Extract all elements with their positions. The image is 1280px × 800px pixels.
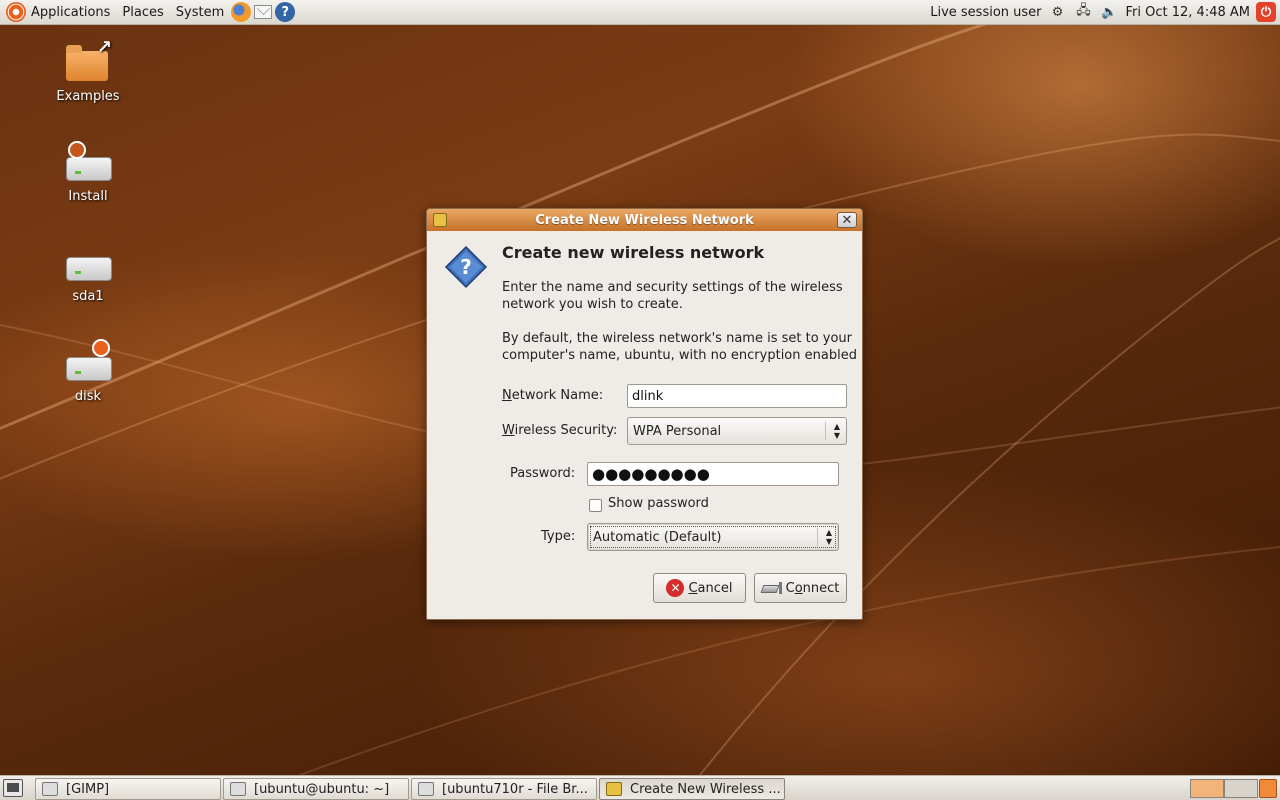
system-menu-label: System bbox=[175, 4, 225, 20]
desktop-icon-sda1[interactable]: sda1 bbox=[38, 237, 138, 304]
help-icon[interactable]: ? bbox=[275, 2, 296, 22]
user-name[interactable]: Live session user bbox=[930, 5, 1041, 20]
show-desktop-button[interactable] bbox=[3, 779, 23, 797]
install-drive-icon bbox=[62, 137, 114, 185]
type-select[interactable]: Automatic (Default) ▲ ▼ bbox=[587, 523, 839, 551]
taskbar-item-label: [ubuntu@ubuntu: ~] bbox=[254, 781, 390, 797]
svg-text:?: ? bbox=[460, 255, 472, 279]
desktop-icon-install[interactable]: Install bbox=[38, 137, 138, 204]
drive-icon bbox=[62, 237, 114, 285]
desktop-icon-examples[interactable]: ↗ Examples bbox=[38, 37, 138, 104]
workspace-2[interactable] bbox=[1224, 779, 1258, 798]
network-name-input[interactable] bbox=[627, 384, 847, 408]
bottom-panel: [GIMP] [ubuntu@ubuntu: ~] [ubuntu710r - … bbox=[0, 775, 1280, 800]
wireless-security-label: Wireless Security: bbox=[502, 423, 618, 438]
dialog-default-note: By default, the wireless network's name … bbox=[502, 331, 857, 363]
dialog-description: Enter the name and security settings of … bbox=[502, 280, 843, 312]
cancel-label: Cancel bbox=[688, 580, 733, 596]
wireless-security-value: WPA Personal bbox=[633, 423, 722, 439]
power-icon[interactable]: ⏻ bbox=[1256, 2, 1276, 22]
combo-arrows-icon: ▲ ▼ bbox=[825, 528, 832, 546]
envelope-icon bbox=[254, 5, 273, 19]
dialog-titlebar[interactable]: Create New Wireless Network ✕ bbox=[427, 209, 862, 231]
clock[interactable]: Fri Oct 12, 4:48 AM bbox=[1126, 5, 1250, 20]
desktop-icon-label: sda1 bbox=[72, 289, 104, 304]
gimp-icon bbox=[42, 782, 58, 796]
dialog-heading: Create new wireless network bbox=[502, 243, 765, 262]
cancel-button[interactable]: ✕ Cancel bbox=[653, 573, 746, 603]
system-menu[interactable]: System bbox=[170, 0, 230, 25]
type-value: Automatic (Default) bbox=[593, 529, 722, 545]
network-name-label: Network Name: bbox=[502, 388, 604, 403]
applications-menu-label: Applications bbox=[31, 4, 111, 20]
lock-icon bbox=[606, 782, 622, 796]
top-panel: Applications Places System ? Live sessio… bbox=[0, 0, 1280, 25]
taskbar-item-terminal[interactable]: [ubuntu@ubuntu: ~] bbox=[223, 778, 409, 800]
dialog-title: Create New Wireless Network bbox=[535, 212, 754, 228]
lock-icon bbox=[433, 213, 447, 227]
close-button[interactable]: ✕ bbox=[837, 212, 857, 228]
firefox-launcher-icon[interactable] bbox=[231, 2, 252, 22]
taskbar-item-label: Create New Wireless ... bbox=[630, 781, 781, 797]
taskbar-item-gimp[interactable]: [GIMP] bbox=[35, 778, 221, 800]
desktop-icon-disk[interactable]: disk bbox=[38, 337, 138, 404]
places-menu[interactable]: Places bbox=[116, 0, 169, 25]
trash-icon[interactable] bbox=[1259, 779, 1277, 798]
taskbar-item-label: [ubuntu710r - File Br... bbox=[442, 781, 588, 797]
file-browser-icon bbox=[418, 782, 434, 796]
applications-menu[interactable]: Applications bbox=[0, 0, 116, 25]
desktop-icon-label: disk bbox=[74, 389, 102, 404]
taskbar-item-file-browser[interactable]: [ubuntu710r - File Br... bbox=[411, 778, 597, 800]
password-label: Password: bbox=[510, 466, 576, 481]
connect-button[interactable]: Connect bbox=[754, 573, 847, 603]
ubuntu-logo-icon bbox=[6, 2, 26, 22]
show-password-checkbox[interactable] bbox=[589, 499, 602, 512]
show-password-label[interactable]: Show password bbox=[608, 496, 709, 511]
taskbar-item-create-wireless[interactable]: Create New Wireless ... bbox=[599, 778, 785, 800]
wireless-security-select[interactable]: WPA Personal ▲ ▼ bbox=[627, 417, 847, 445]
taskbar-item-label: [GIMP] bbox=[66, 781, 110, 797]
type-label: Type: bbox=[541, 529, 576, 544]
question-icon: ? bbox=[444, 245, 488, 289]
desktop-icon-label: Install bbox=[68, 189, 108, 204]
combo-arrows-icon: ▲ ▼ bbox=[833, 422, 840, 440]
network-icon[interactable]: 🖧 bbox=[1074, 3, 1094, 21]
usb-drive-icon bbox=[62, 337, 114, 385]
terminal-icon bbox=[230, 782, 246, 796]
update-notifier-icon[interactable]: ⚙ bbox=[1048, 3, 1068, 21]
mail-launcher[interactable] bbox=[253, 2, 273, 22]
workspace-1[interactable] bbox=[1190, 779, 1224, 798]
volume-icon[interactable]: 🔈 bbox=[1100, 3, 1120, 21]
cancel-icon: ✕ bbox=[666, 579, 685, 597]
create-wireless-network-dialog: Create New Wireless Network ✕ ? Create n… bbox=[426, 208, 863, 620]
folder-icon: ↗ bbox=[62, 37, 114, 85]
desktop-icon-label: Examples bbox=[56, 89, 120, 104]
places-menu-label: Places bbox=[122, 4, 164, 20]
password-input[interactable]: ●●●●●●●●● bbox=[587, 462, 839, 486]
plug-icon bbox=[762, 582, 782, 594]
connect-label: Connect bbox=[785, 580, 840, 596]
